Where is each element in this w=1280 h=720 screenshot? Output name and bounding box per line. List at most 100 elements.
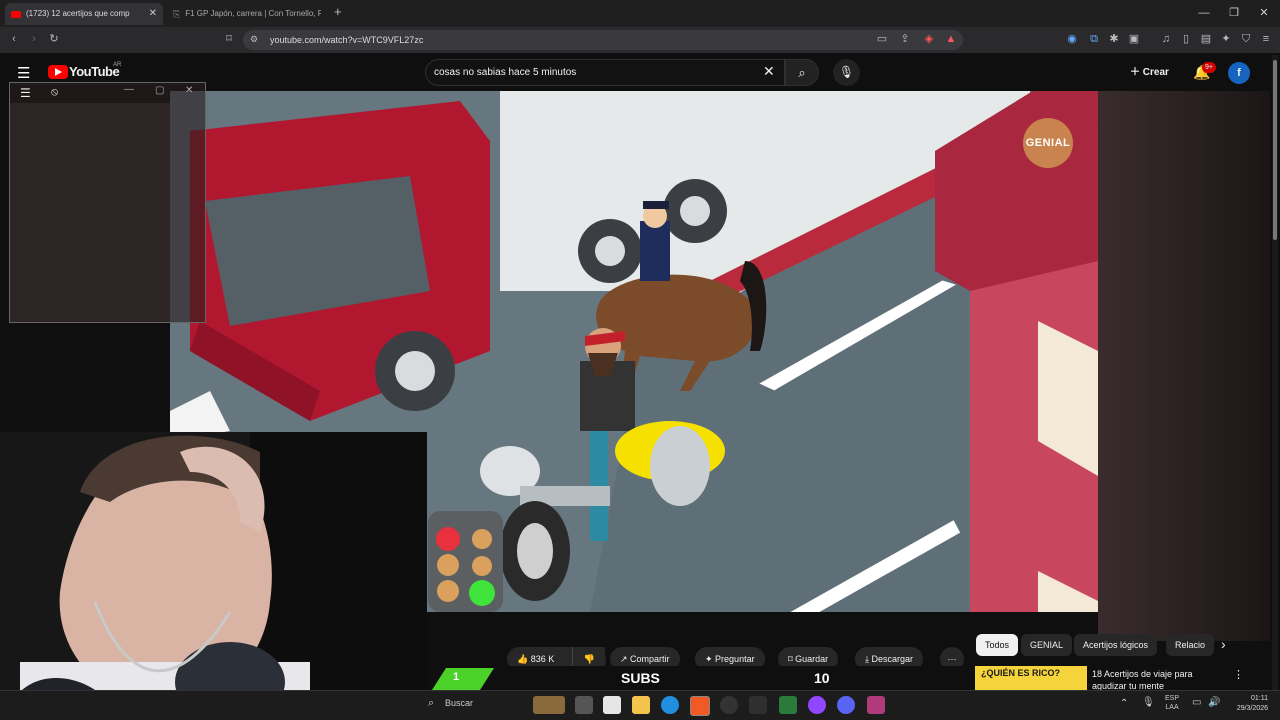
share-icon: ↗: [620, 654, 631, 664]
youtube-logo-icon[interactable]: [48, 65, 68, 79]
app-icon[interactable]: [867, 696, 885, 714]
sparkle-icon: ✦: [705, 654, 716, 664]
tab-title: F1 GP Japón, carrera | Con Tornello, F: [185, 9, 321, 18]
menu-icon[interactable]: ≡: [1258, 31, 1274, 47]
vpn-icon[interactable]: ⛉: [1238, 31, 1254, 47]
brave-shield-icon[interactable]: ◈: [921, 31, 937, 47]
chip-acertijos[interactable]: Acertijos lógicos: [1074, 634, 1158, 656]
music-icon[interactable]: ♫: [1158, 31, 1174, 47]
tab-active[interactable]: (1723) 12 acertijos que comp ✕: [5, 3, 163, 25]
brave-rewards-icon[interactable]: ▲: [943, 31, 959, 47]
recommendation-menu-icon[interactable]: ⋮: [1233, 668, 1244, 681]
store-icon[interactable]: [603, 696, 621, 714]
chevron-right-icon[interactable]: ›: [1221, 636, 1226, 652]
thumbnail-text: ¿QUIÉN ES RICO?: [981, 668, 1061, 678]
twitch-icon[interactable]: [808, 696, 826, 714]
lang-line-1: ESP: [1165, 695, 1180, 702]
thumbs-up-icon: 👍: [517, 654, 531, 664]
overlay-close-icon[interactable]: ✕: [185, 85, 193, 96]
discord-icon[interactable]: [837, 696, 855, 714]
wallet-icon[interactable]: ▤: [1198, 31, 1214, 47]
bookmark-icon[interactable]: ⌑: [221, 31, 237, 47]
counter-left: 1: [453, 671, 460, 683]
back-icon[interactable]: ‹: [6, 31, 22, 47]
maximize-icon[interactable]: ❐: [1218, 0, 1250, 27]
genial-watermark: GENIAL: [1023, 118, 1073, 168]
create-button[interactable]: ＋ Crear: [1122, 62, 1177, 84]
download-label: Descargar: [871, 654, 913, 664]
tab-title: (1723) 12 acertijos que comp: [26, 9, 130, 18]
share-label: Compartir: [630, 654, 670, 664]
ask-label: Preguntar: [715, 654, 755, 664]
overlay-content: [10, 103, 170, 322]
overlay-mute-icon[interactable]: ⦸: [51, 86, 58, 99]
lang-line-2: LAA: [1165, 704, 1179, 711]
search-button[interactable]: ⌕: [785, 59, 819, 86]
forward-icon[interactable]: ›: [26, 31, 42, 47]
edge-icon[interactable]: [661, 696, 679, 714]
webcam-image: [0, 432, 427, 720]
minimize-icon[interactable]: —: [1188, 0, 1220, 27]
chip-todos[interactable]: Todos: [976, 634, 1019, 656]
voice-search-icon[interactable]: 🎙: [833, 59, 860, 86]
thumbs-down-icon: 👎: [583, 654, 596, 664]
url-text[interactable]: youtube.com/watch?v=WTC9VFL27zc: [270, 30, 423, 50]
task-view-icon[interactable]: [575, 696, 593, 714]
recommendation-thumbnail[interactable]: ¿QUIÉN ES RICO?: [975, 666, 1087, 690]
extension-icon[interactable]: ◉: [1064, 31, 1080, 47]
notification-badge: 9+: [1202, 62, 1216, 73]
clear-search-icon[interactable]: ✕: [763, 63, 775, 80]
overlay-minimize-icon[interactable]: —: [124, 84, 134, 95]
clock-time: 01:11: [1251, 695, 1268, 702]
search-icon: ⌕: [798, 65, 806, 80]
language-indicator[interactable]: ESP LAA: [1165, 694, 1179, 712]
counter-right: 10: [814, 670, 830, 686]
close-window-icon[interactable]: ✕: [1248, 0, 1280, 27]
tab-inactive[interactable]: ⎘ F1 GP Japón, carrera | Con Tornello, F: [167, 3, 327, 25]
steam-icon[interactable]: [720, 696, 738, 714]
plus-icon: ＋: [1130, 67, 1143, 78]
taskbar-search-input[interactable]: Buscar: [445, 698, 473, 708]
site-info-icon[interactable]: ⚙: [246, 31, 262, 47]
scrollbar-thumb[interactable]: [1273, 60, 1277, 240]
puzzle-icon[interactable]: ✱: [1106, 31, 1122, 47]
search-query[interactable]: cosas no sabias hace 5 minutos: [434, 59, 576, 86]
sidebar-icon[interactable]: ▯: [1178, 31, 1194, 47]
region-code: AR: [113, 62, 122, 68]
brave-icon[interactable]: [690, 696, 710, 716]
screenshot-icon[interactable]: ▣: [1126, 31, 1142, 47]
avatar[interactable]: f: [1228, 62, 1250, 84]
tray-chevron-icon[interactable]: ⌃: [1120, 698, 1128, 709]
leo-ai-icon[interactable]: ✦: [1218, 31, 1234, 47]
terminal-icon[interactable]: [749, 696, 767, 714]
volume-icon[interactable]: 🔊: [1208, 697, 1220, 708]
clock-date: 29/3/2026: [1236, 705, 1268, 712]
youtube-logo-text[interactable]: YouTube: [69, 64, 120, 79]
close-tab-icon[interactable]: ✕: [149, 3, 157, 25]
reload-icon[interactable]: ↻: [46, 31, 62, 47]
green-arrow-icon: [432, 668, 494, 690]
save-label: Guardar: [795, 654, 829, 664]
subs-label: SUBS: [621, 670, 660, 686]
spotify-icon[interactable]: [779, 696, 797, 714]
taskbar-search-icon[interactable]: ⌕: [428, 697, 434, 710]
cast-icon[interactable]: ▭: [874, 31, 890, 47]
taskbar-widget-icon[interactable]: [533, 696, 565, 714]
overlay-maximize-icon[interactable]: ▢: [155, 85, 164, 96]
chip-genial[interactable]: GENIAL: [1021, 634, 1073, 656]
file-explorer-icon[interactable]: [632, 696, 650, 714]
network-icon[interactable]: ▭: [1192, 697, 1201, 708]
share-page-icon[interactable]: ⇪: [897, 31, 913, 47]
chip-relacionados[interactable]: Relacio: [1166, 634, 1214, 656]
translate-icon[interactable]: ⧉: [1086, 31, 1102, 47]
like-count: 836 K: [530, 654, 555, 664]
subs-counter-bar: [427, 666, 972, 690]
mic-tray-icon[interactable]: 🎙: [1142, 697, 1155, 708]
overlay-menu-icon[interactable]: ☰: [20, 86, 31, 100]
webcam-feed: [0, 432, 427, 720]
tab-favicon-icon: ⎘: [173, 9, 181, 19]
new-tab-icon[interactable]: +: [334, 4, 342, 19]
clock[interactable]: 01:11 29/3/2026: [1226, 694, 1268, 714]
recommendation-title[interactable]: 18 Acertijos de viaje para agudizar tu m…: [1092, 668, 1227, 690]
hamburger-icon[interactable]: ☰: [17, 64, 30, 82]
